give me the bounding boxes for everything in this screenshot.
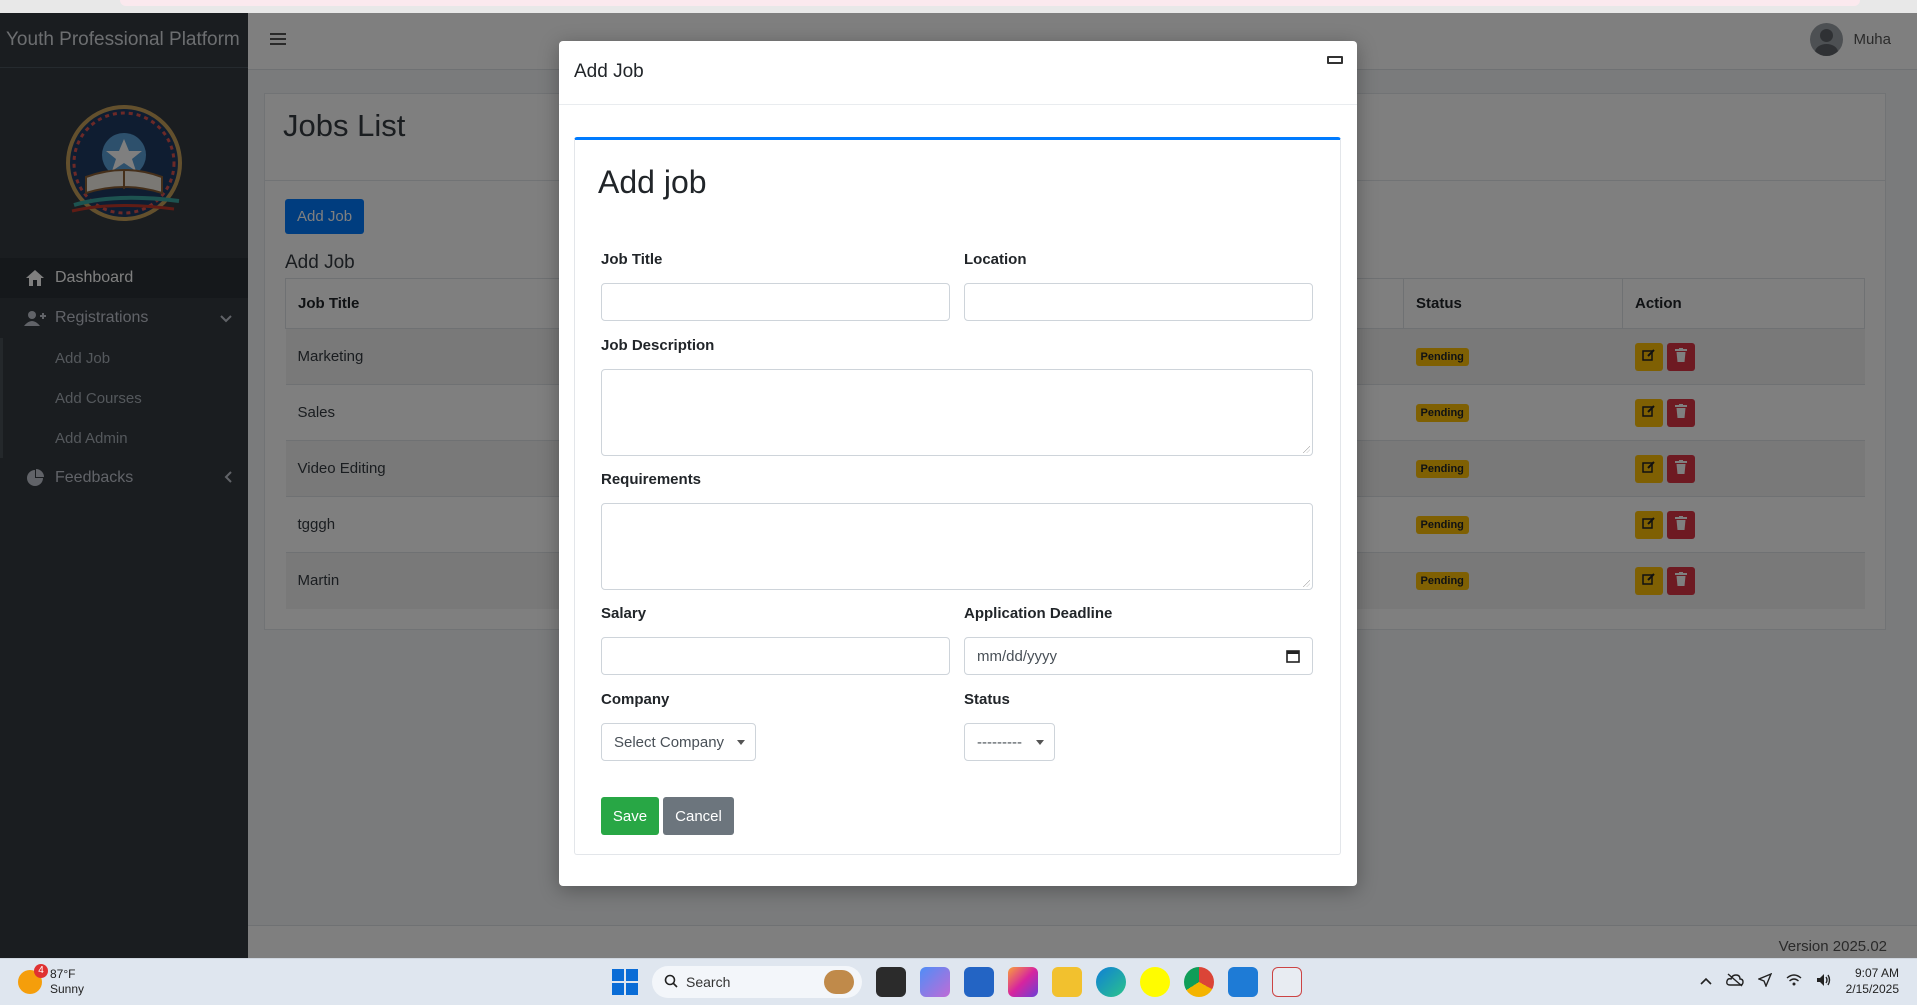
clock-time: 9:07 AM [1854, 966, 1899, 980]
file-explorer-icon[interactable] [1052, 967, 1082, 997]
windows-start-icon[interactable] [612, 969, 638, 995]
deadline-placeholder: mm/dd/yyyy [977, 647, 1058, 665]
job-description-textarea[interactable] [601, 369, 1313, 456]
search-icon [664, 974, 678, 991]
browser-top-strip [0, 0, 1917, 13]
job-title-label: Job Title [601, 251, 663, 268]
cookie-icon [824, 970, 854, 994]
status-label: Status [964, 691, 1010, 708]
job-description-label: Job Description [601, 337, 715, 354]
requirements-label: Requirements [601, 471, 702, 488]
cloud-off-icon[interactable] [1725, 972, 1744, 990]
wifi-icon[interactable] [1786, 973, 1802, 989]
instagram-icon[interactable] [1008, 967, 1038, 997]
company-select[interactable]: Select Company [601, 723, 756, 761]
taskbar-search[interactable]: Search [652, 966, 862, 998]
system-tray: 9:07 AM 2/15/2025 [1700, 965, 1899, 997]
sun-icon: 4 [18, 964, 48, 994]
chevron-down-icon [737, 740, 745, 745]
weather-badge: 4 [34, 964, 48, 978]
add-job-modal: Add Job Add job Job Title Location Job D… [559, 41, 1357, 886]
snapchat-icon[interactable] [1140, 967, 1170, 997]
status-select-value: --------- [977, 733, 1022, 751]
chevron-up-icon[interactable] [1700, 974, 1712, 988]
location-arrow-icon[interactable] [1756, 972, 1772, 990]
salary-label: Salary [601, 605, 647, 622]
save-button[interactable]: Save [601, 797, 659, 835]
system-clock[interactable]: 9:07 AM 2/15/2025 [1846, 965, 1899, 997]
volume-icon[interactable] [1816, 973, 1832, 990]
modal-title: Add Job [574, 61, 644, 82]
clock-date: 2/15/2025 [1845, 982, 1899, 996]
weather-condition: Sunny [50, 982, 85, 996]
company-select-value: Select Company [614, 733, 725, 751]
search-label: Search [686, 974, 731, 990]
vscode-icon[interactable] [1228, 967, 1258, 997]
windows-taskbar: 4 87°F Sunny Search 9:07 AM 2/15/2025 [0, 958, 1917, 1005]
modal-header: Add Job [559, 41, 1357, 105]
form-heading: Add job [598, 164, 707, 200]
store-icon[interactable] [964, 967, 994, 997]
weather-widget[interactable]: 4 87°F Sunny [18, 964, 85, 997]
add-job-form: Add job Job Title Location Job Descripti… [574, 137, 1341, 855]
job-title-input[interactable] [601, 283, 950, 321]
chrome-icon[interactable] [1184, 967, 1214, 997]
requirements-textarea[interactable] [601, 503, 1313, 590]
cancel-button[interactable]: Cancel [663, 797, 734, 835]
salary-input[interactable] [601, 637, 950, 675]
weather-temp: 87°F [50, 967, 76, 981]
taskbar-apps: Search [612, 966, 1302, 998]
deadline-label: Application Deadline [964, 605, 1113, 622]
company-label: Company [601, 691, 670, 708]
status-select[interactable]: --------- [964, 723, 1055, 761]
snipping-tool-icon[interactable] [1272, 967, 1302, 997]
task-view-icon[interactable] [876, 967, 906, 997]
close-icon[interactable] [1327, 56, 1343, 64]
calendar-icon[interactable] [1286, 649, 1300, 667]
location-input[interactable] [964, 283, 1313, 321]
copilot-icon[interactable] [920, 967, 950, 997]
location-label: Location [964, 251, 1027, 268]
edge-icon[interactable] [1096, 967, 1126, 997]
deadline-date-input[interactable]: mm/dd/yyyy [964, 637, 1313, 675]
chevron-down-icon [1036, 740, 1044, 745]
